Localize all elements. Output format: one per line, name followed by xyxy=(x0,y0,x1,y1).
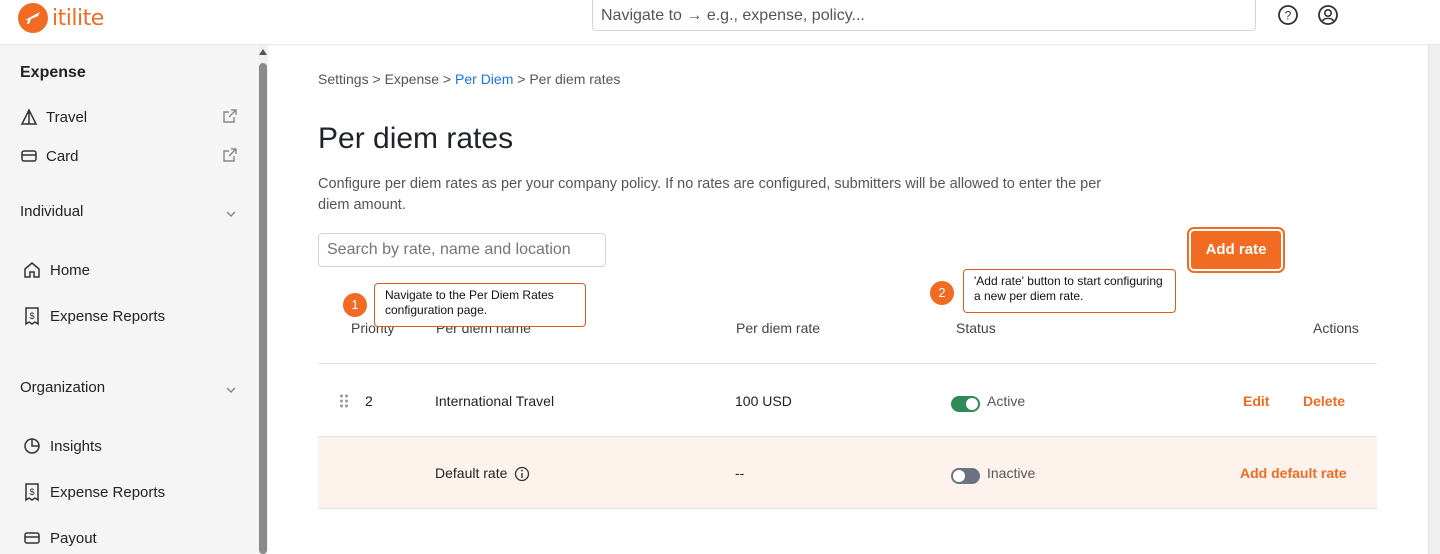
page-title: Per diem rates xyxy=(318,122,514,155)
column-header-status: Status xyxy=(956,320,996,336)
sidebar-item-travel[interactable]: Travel xyxy=(20,108,87,126)
card-icon xyxy=(21,150,37,162)
brand-name: itilite xyxy=(52,5,104,31)
status-toggle-inactive[interactable] xyxy=(951,468,980,484)
sidebar-heading-individual[interactable]: Individual xyxy=(20,203,83,220)
table-divider xyxy=(318,363,1377,364)
step-marker-2: 2 xyxy=(930,281,954,305)
breadcrumb-per-diem[interactable]: Per Diem xyxy=(455,71,513,87)
sidebar-item-label: Travel xyxy=(46,108,88,126)
rate-cell: 100 USD xyxy=(735,393,792,409)
chevron-down-icon[interactable] xyxy=(225,384,237,396)
svg-text:$: $ xyxy=(29,487,34,497)
status-label: Active xyxy=(987,393,1026,409)
sidebar-item-label: Card xyxy=(46,147,79,165)
status-toggle-active[interactable] xyxy=(951,396,980,412)
home-icon xyxy=(24,262,40,278)
help-circle-icon[interactable]: ? xyxy=(1277,4,1299,26)
breadcrumb-current: Per diem rates xyxy=(529,71,621,87)
expense-report-icon: $ xyxy=(25,307,39,326)
priority-cell: 2 xyxy=(365,393,373,409)
sidebar-heading-expense: Expense xyxy=(20,64,86,81)
name-cell: International Travel xyxy=(435,393,555,409)
sidebar-heading-organization[interactable]: Organization xyxy=(20,379,105,396)
edit-link[interactable]: Edit xyxy=(1243,393,1269,409)
sidebar-item-label: Insights xyxy=(50,437,102,455)
chevron-down-icon[interactable] xyxy=(225,208,237,220)
sidebar-item-label: Payout xyxy=(50,529,97,547)
sidebar-item-label: Expense Reports xyxy=(50,483,166,501)
payout-icon xyxy=(24,532,40,544)
sidebar-scroll-thumb[interactable] xyxy=(259,63,267,554)
sidebar-item-payout[interactable]: Payout xyxy=(22,528,97,548)
itilite-logo[interactable]: itilite xyxy=(18,3,104,33)
sidebar-item-expense-reports[interactable]: $ Expense Reports xyxy=(22,306,165,326)
external-link-icon[interactable] xyxy=(222,147,238,163)
sidebar-item-insights[interactable]: Insights xyxy=(22,436,102,456)
sidebar-item-home[interactable]: Home xyxy=(22,260,90,280)
plane-logo-icon xyxy=(18,3,48,33)
add-rate-button[interactable]: Add rate xyxy=(1189,229,1283,271)
annotation-callout-1: Navigate to the Per Diem Rates configura… xyxy=(374,283,586,327)
breadcrumb-separator: > xyxy=(368,71,385,87)
travel-icon xyxy=(20,108,38,125)
column-header-rate: Per diem rate xyxy=(736,320,821,336)
breadcrumb-settings[interactable]: Settings xyxy=(318,71,369,87)
expense-report-icon: $ xyxy=(25,483,39,502)
status-label: Inactive xyxy=(987,465,1036,481)
svg-text:$: $ xyxy=(29,311,34,321)
user-circle-icon[interactable] xyxy=(1317,4,1339,26)
pie-chart-icon xyxy=(24,438,40,454)
breadcrumb-separator: > xyxy=(513,71,530,87)
rate-cell: -- xyxy=(735,465,745,481)
breadcrumb: Settings > Expense > Per Diem > Per diem… xyxy=(318,71,620,87)
annotation-callout-2: 'Add rate' button to start configuring a… xyxy=(963,269,1176,313)
page-description: Configure per diem rates as per your com… xyxy=(318,176,1102,213)
scroll-up-arrow-icon[interactable] xyxy=(259,49,267,55)
sidebar-item-org-expense-reports[interactable]: $ Expense Reports xyxy=(22,482,165,502)
top-bar: itilite Navigate to → e.g., expense, pol… xyxy=(0,0,1440,45)
name-cell: Default rate xyxy=(435,465,508,481)
sidebar-item-label: Expense Reports xyxy=(50,307,166,325)
table-divider xyxy=(318,508,1377,509)
main-scrollbar[interactable] xyxy=(1428,45,1440,554)
svg-text:?: ? xyxy=(1285,9,1292,23)
rate-search-input[interactable] xyxy=(318,233,606,267)
sidebar-item-card[interactable]: Card xyxy=(20,147,79,165)
sidebar: Expense Travel Card Individual Home $ Ex… xyxy=(0,45,258,554)
breadcrumb-expense[interactable]: Expense xyxy=(385,71,439,87)
column-header-actions: Actions xyxy=(1313,320,1359,336)
sidebar-scrollbar[interactable] xyxy=(258,45,268,554)
delete-link[interactable]: Delete xyxy=(1303,393,1345,409)
navigate-search-input[interactable]: Navigate to → e.g., expense, policy... xyxy=(592,0,1256,31)
external-link-icon[interactable] xyxy=(222,108,238,124)
step-marker-1: 1 xyxy=(343,293,367,317)
info-icon[interactable] xyxy=(514,466,530,482)
sidebar-item-label: Home xyxy=(50,261,91,279)
breadcrumb-separator: > xyxy=(439,71,456,87)
add-default-rate-link[interactable]: Add default rate xyxy=(1240,465,1347,481)
drag-handle-icon[interactable] xyxy=(339,393,349,409)
